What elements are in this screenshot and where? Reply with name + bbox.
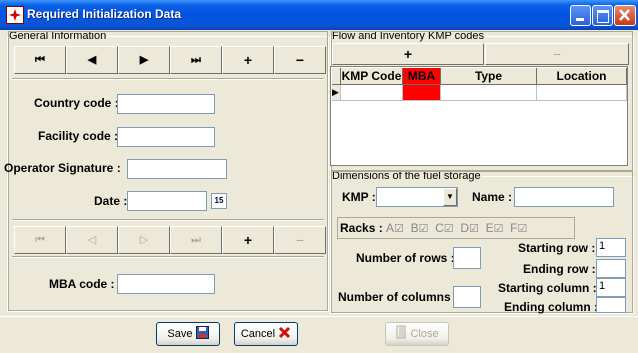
mba-next-button[interactable]: ▷: [118, 226, 170, 254]
ending-column-label: Ending column :: [504, 300, 598, 314]
rack-a-checkbox[interactable]: ☑: [394, 223, 404, 235]
separator: [12, 219, 324, 221]
facility-code-input[interactable]: [117, 127, 215, 147]
cancel-button[interactable]: Cancel: [234, 322, 298, 346]
mba-code-input[interactable]: [117, 274, 215, 294]
grid-header-mba[interactable]: MBA: [403, 68, 441, 85]
name-input[interactable]: [514, 187, 614, 207]
add-kmp-button[interactable]: +: [332, 43, 484, 65]
number-of-rows-input[interactable]: [453, 247, 481, 269]
mba-prev-button[interactable]: ◁: [66, 226, 118, 254]
maximize-button[interactable]: [592, 5, 613, 26]
rack-c-letter: C: [435, 221, 444, 235]
close-label: Close: [410, 328, 439, 340]
first-record-button[interactable]: ⏮: [14, 46, 66, 74]
minimize-button[interactable]: [570, 5, 591, 26]
close-icon: [619, 9, 630, 21]
grid-header-kmp-code[interactable]: KMP Code: [341, 68, 403, 85]
save-button[interactable]: Save: [156, 322, 220, 346]
rack-c-checkbox[interactable]: ☑: [444, 223, 454, 235]
grid-cell[interactable]: [403, 85, 441, 101]
rack-a-letter: A: [386, 221, 395, 235]
rack-e-letter: E: [485, 221, 494, 235]
date-input[interactable]: [127, 191, 207, 211]
mba-first-button[interactable]: ⏮: [14, 226, 66, 254]
separator: [12, 78, 324, 80]
number-of-columns-input[interactable]: [453, 286, 481, 308]
starting-row-input[interactable]: 1: [596, 238, 626, 257]
general-info-legend: General Information: [9, 30, 107, 42]
racks-checks: A☑ B☑ C☑ D☑ E☑ F☑: [386, 221, 527, 235]
rack-e-checkbox[interactable]: ☑: [494, 223, 504, 235]
kmp-dropdown-arrow[interactable]: ▼: [443, 188, 457, 206]
rack-d-checkbox[interactable]: ☑: [469, 223, 479, 235]
ending-row-input[interactable]: [596, 259, 626, 278]
rack-b-checkbox[interactable]: ☑: [419, 223, 429, 235]
country-code-input[interactable]: [117, 94, 215, 114]
kmp-grid[interactable]: KMP Code MBA Type Location ▶: [330, 66, 628, 166]
grid-cell[interactable]: [341, 85, 403, 101]
country-code-label: Country code :: [34, 96, 119, 110]
rack-b-letter: B: [410, 221, 419, 235]
chevron-down-icon: ▼: [446, 192, 454, 201]
cancel-label: Cancel: [240, 328, 276, 340]
operator-signature-input[interactable]: [127, 159, 227, 179]
prev-record-button[interactable]: ◀: [66, 46, 118, 74]
grid-cell[interactable]: [441, 85, 537, 101]
mba-last-button[interactable]: ⏭: [170, 226, 222, 254]
rack-f-checkbox[interactable]: ☑: [517, 223, 527, 235]
grid-corner: [332, 68, 341, 85]
flow-kmp-legend: Flow and Inventory KMP codes: [332, 30, 485, 42]
grid-header-type[interactable]: Type: [441, 68, 537, 85]
number-of-rows-label: Number of rows :: [356, 251, 455, 265]
mba-code-label: MBA code :: [49, 277, 115, 291]
door-icon: [396, 325, 406, 339]
add-record-button[interactable]: +: [222, 46, 274, 74]
close-window-button[interactable]: [614, 5, 636, 26]
ending-column-input[interactable]: [596, 297, 626, 313]
app-icon: [6, 6, 24, 24]
grid-cell[interactable]: [537, 85, 627, 101]
rack-d-letter: D: [460, 221, 470, 235]
delete-record-button[interactable]: −: [274, 46, 326, 74]
save-label: Save: [167, 328, 193, 340]
fuel-storage-legend: Dimensions of the fuel storage: [332, 170, 481, 182]
remove-kmp-button[interactable]: −: [485, 43, 629, 65]
footer-bar: [0, 316, 638, 353]
calendar-icon: 15: [214, 196, 224, 205]
racks-label: Racks :: [340, 221, 383, 235]
kmp-label: KMP :: [342, 190, 376, 204]
separator: [12, 256, 324, 258]
next-record-button[interactable]: ▶: [118, 46, 170, 74]
starting-column-label: Starting column :: [498, 281, 597, 295]
calendar-button[interactable]: 15: [211, 193, 227, 209]
mba-delete-button[interactable]: −: [274, 226, 326, 254]
starting-row-label: Starting row :: [518, 241, 596, 255]
mba-add-button[interactable]: +: [222, 226, 274, 254]
date-label: Date :: [94, 194, 128, 208]
ending-row-label: Ending row :: [523, 262, 596, 276]
facility-code-label: Facility code :: [38, 129, 119, 143]
title-bar[interactable]: Required Initialization Data: [0, 0, 638, 30]
grid-header-location[interactable]: Location: [537, 68, 627, 85]
starting-column-input[interactable]: 1: [596, 278, 626, 297]
save-icon: [195, 326, 209, 339]
name-label: Name :: [472, 190, 513, 204]
row-indicator: ▶: [332, 85, 341, 101]
operator-signature-label: Operator Signature :: [4, 161, 121, 175]
window-title: Required Initialization Data: [27, 7, 182, 21]
cancel-icon: [279, 326, 291, 339]
close-button[interactable]: Close: [385, 322, 449, 346]
number-of-columns-label: Number of columns :: [338, 290, 459, 304]
last-record-button[interactable]: ⏭: [170, 46, 222, 74]
